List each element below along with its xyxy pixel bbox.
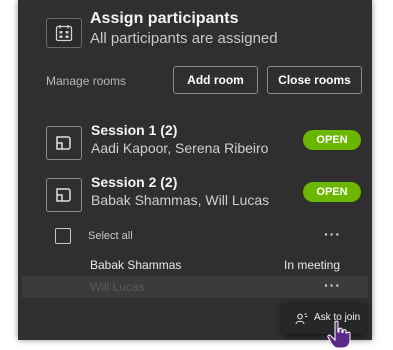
- select-all-label: Select all: [88, 230, 133, 242]
- participant-status: In meeting: [284, 258, 341, 272]
- participant-row[interactable]: Will Lucas ···: [22, 276, 368, 298]
- participant-name: Will Lucas: [90, 280, 145, 294]
- breakout-rooms-panel: Assign participants All participants are…: [18, 0, 372, 340]
- assign-participants-icon: [46, 18, 82, 48]
- room-participants: Babak Shammas, Will Lucas: [91, 192, 270, 208]
- assign-participants-subtitle: All participants are assigned: [90, 30, 278, 47]
- room-session-2[interactable]: Session 2 (2) Babak Shammas, Will Lucas …: [18, 170, 372, 222]
- room-name: Session 1 (2): [91, 122, 178, 138]
- assign-participants-row[interactable]: Assign participants All participants are…: [18, 0, 372, 56]
- add-room-button[interactable]: Add room: [173, 66, 258, 94]
- select-all-row: Select all ···: [18, 225, 372, 249]
- select-all-checkbox[interactable]: [55, 228, 71, 244]
- participant-context-menu: Ask to join: [282, 302, 366, 334]
- breakout-room-icon: [46, 126, 82, 160]
- room-participants: Aadi Kapoor, Serena Ribeiro: [91, 140, 269, 156]
- close-rooms-button[interactable]: Close rooms: [267, 66, 362, 94]
- room-session-1[interactable]: Session 1 (2) Aadi Kapoor, Serena Ribeir…: [18, 118, 372, 170]
- assign-participants-title: Assign participants: [90, 10, 239, 27]
- breakout-room-icon: [46, 178, 82, 212]
- hand-pointer-icon: [326, 320, 352, 350]
- participant-row[interactable]: Babak Shammas In meeting: [18, 254, 372, 276]
- room-status-badge: OPEN: [303, 182, 361, 202]
- ask-to-join-icon: [295, 312, 308, 330]
- more-options-icon[interactable]: ···: [324, 226, 341, 242]
- room-status-badge: OPEN: [303, 130, 361, 150]
- participant-name: Babak Shammas: [90, 258, 182, 272]
- manage-rooms-label: Manage rooms: [46, 74, 127, 88]
- more-options-icon[interactable]: ···: [324, 277, 341, 293]
- room-name: Session 2 (2): [91, 174, 178, 190]
